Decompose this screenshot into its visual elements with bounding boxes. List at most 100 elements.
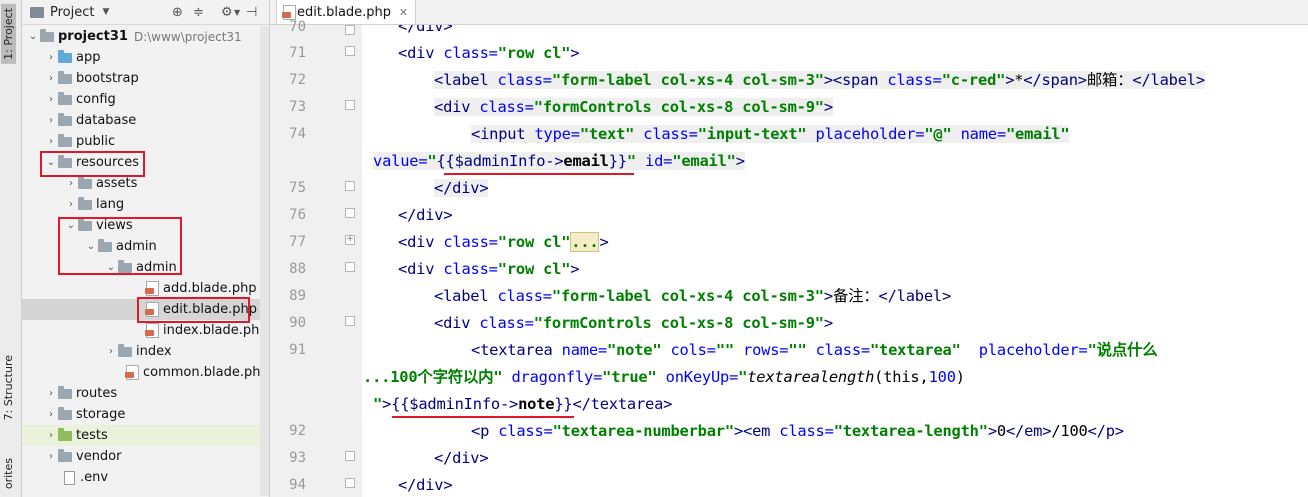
code-line: ...100个字符以内" dragonfly="true" onKeyUp="t… <box>363 367 965 388</box>
code-token: type= <box>534 125 580 143</box>
tree-item-label: views <box>96 218 133 233</box>
tree-item-edit-blade[interactable]: edit.blade.php <box>22 299 269 320</box>
fold-marker-icon[interactable] <box>345 208 355 218</box>
hide-icon[interactable]: ⊣ <box>246 5 257 20</box>
line-number: 75 <box>289 180 306 196</box>
tree-item-assets[interactable]: › assets <box>22 173 269 194</box>
chevron-right-icon[interactable]: › <box>104 346 118 357</box>
code-line: <div class="formControls col-xs-8 col-sm… <box>434 97 833 118</box>
fold-marker-icon[interactable] <box>345 181 355 191</box>
project-view-selector[interactable]: Project <box>50 5 94 20</box>
chevron-down-icon[interactable]: ⌄ <box>44 157 58 168</box>
code-token: "formControls col-xs-8 col-sm-9" <box>533 98 824 116</box>
chevron-right-icon[interactable]: › <box>64 178 78 189</box>
chevron-down-icon[interactable]: ⌄ <box>26 31 40 42</box>
chevron-right-icon[interactable]: › <box>44 409 58 420</box>
folder-icon <box>58 154 72 168</box>
chevron-right-icon[interactable]: › <box>44 388 58 399</box>
tree-item-index[interactable]: › index <box>22 341 269 362</box>
tree-item-resources[interactable]: ⌄ resources <box>22 152 269 173</box>
tree-item-config[interactable]: › config <box>22 89 269 110</box>
chevron-right-icon[interactable]: › <box>44 136 58 147</box>
chevron-right-icon[interactable]: › <box>44 115 58 126</box>
fold-marker-icon[interactable] <box>345 25 355 35</box>
code-token: > <box>570 44 580 62</box>
code-token: {{$adminInfo-> <box>391 395 519 413</box>
code-token: placeholder= <box>806 125 925 143</box>
code-token: "说点什么 <box>1087 341 1158 359</box>
chevron-right-icon[interactable]: › <box>44 73 58 84</box>
tree-item-storage[interactable]: › storage <box>22 404 269 425</box>
code-token: <div <box>398 233 444 251</box>
project-tool-tab[interactable]: 1: Project <box>1 4 16 64</box>
editor-pane: edit.blade.php ✕ 70 71 72 73 74 75 76 77… <box>270 0 1308 497</box>
gear-dropdown-icon[interactable]: ▼ <box>234 8 240 17</box>
tree-item-admin[interactable]: ⌄ admin <box>22 236 269 257</box>
file-icon <box>64 470 75 485</box>
tree-item-admin-sub[interactable]: ⌄ admin <box>22 257 269 278</box>
code-token: class= <box>498 422 553 440</box>
chevron-right-icon[interactable]: › <box>44 52 58 63</box>
chevron-right-icon[interactable]: › <box>64 199 78 210</box>
fold-marker-icon[interactable] <box>345 262 355 272</box>
code-token: 100 <box>928 368 956 386</box>
tree-item-lang[interactable]: › lang <box>22 194 269 215</box>
structure-tool-tab[interactable]: 7: Structure <box>2 355 15 420</box>
tree-item-project31[interactable]: ⌄ project31 D:\www\project31 <box>22 26 269 47</box>
tree-item-routes[interactable]: › routes <box>22 383 269 404</box>
tree-item-database[interactable]: › database <box>22 110 269 131</box>
code-token: "email" <box>672 152 736 170</box>
close-icon[interactable]: ✕ <box>399 6 408 19</box>
code-token: note <box>518 395 555 413</box>
code-line: <label class="form-label col-xs-4 col-sm… <box>434 286 951 307</box>
expand-fold-icon[interactable]: + <box>345 235 355 245</box>
code-token: <label <box>434 287 498 305</box>
code-line: ">{{$adminInfo->note}}</textarea> <box>373 394 672 415</box>
favorites-tool-tab[interactable]: orites <box>2 458 15 489</box>
scrollbar[interactable] <box>260 26 269 496</box>
tree-item-add-blade[interactable]: add.blade.php <box>22 278 269 299</box>
folder-icon <box>58 91 72 105</box>
fold-marker-icon[interactable] <box>345 316 355 326</box>
chevron-down-icon[interactable]: ⌄ <box>104 262 118 273</box>
code-token: "true" <box>602 368 657 386</box>
code-token: " <box>738 368 748 386</box>
fold-marker-icon[interactable] <box>345 478 355 488</box>
line-number: 74 <box>289 126 306 142</box>
tree-item-bootstrap[interactable]: › bootstrap <box>22 68 269 89</box>
php-file-icon <box>145 323 159 338</box>
collapse-icon[interactable]: ≑ <box>193 5 204 20</box>
chevron-down-icon[interactable]: ▼ <box>102 7 109 17</box>
project-path: D:\www\project31 <box>133 29 242 44</box>
code-token: 邮箱： <box>1086 71 1133 89</box>
tree-item-tests[interactable]: › tests <box>22 425 269 446</box>
code-area[interactable]: </div> <div class="row cl"> <label class… <box>362 25 1308 497</box>
globe-icon[interactable]: ⊕ <box>172 5 183 20</box>
code-token: class= <box>443 260 498 278</box>
chevron-right-icon[interactable]: › <box>44 94 58 105</box>
tree-item-label: public <box>76 134 116 149</box>
code-token: > <box>987 422 997 440</box>
tab-label: edit.blade.php <box>297 4 392 20</box>
fold-marker-icon[interactable] <box>345 451 355 461</box>
tree-item-common-blade[interactable]: common.blade.php <box>22 362 269 383</box>
tree-item-app[interactable]: › app <box>22 47 269 68</box>
tree-item-env[interactable]: .env <box>22 467 269 488</box>
tree-item-vendor[interactable]: › vendor <box>22 446 269 467</box>
tree-item-index-blade[interactable]: index.blade.php <box>22 320 269 341</box>
gear-icon[interactable]: ⚙ <box>221 5 233 20</box>
fold-marker-icon[interactable] <box>345 46 355 56</box>
tree-item-public[interactable]: › public <box>22 131 269 152</box>
line-number: 90 <box>289 315 306 331</box>
code-token: name= <box>561 341 608 359</box>
tree-item-views[interactable]: ⌄ views <box>22 215 269 236</box>
fold-marker-icon[interactable] <box>345 100 355 110</box>
chevron-down-icon[interactable]: ⌄ <box>64 220 78 231</box>
chevron-right-icon[interactable]: › <box>44 451 58 462</box>
chevron-down-icon[interactable]: ⌄ <box>84 241 98 252</box>
chevron-right-icon[interactable]: › <box>44 430 58 441</box>
code-token: rows= <box>733 341 789 359</box>
code-token: </label> <box>878 287 952 305</box>
code-token: "formControls col-xs-8 col-sm-9" <box>533 314 824 332</box>
folded-code-placeholder[interactable]: ... <box>570 232 600 252</box>
